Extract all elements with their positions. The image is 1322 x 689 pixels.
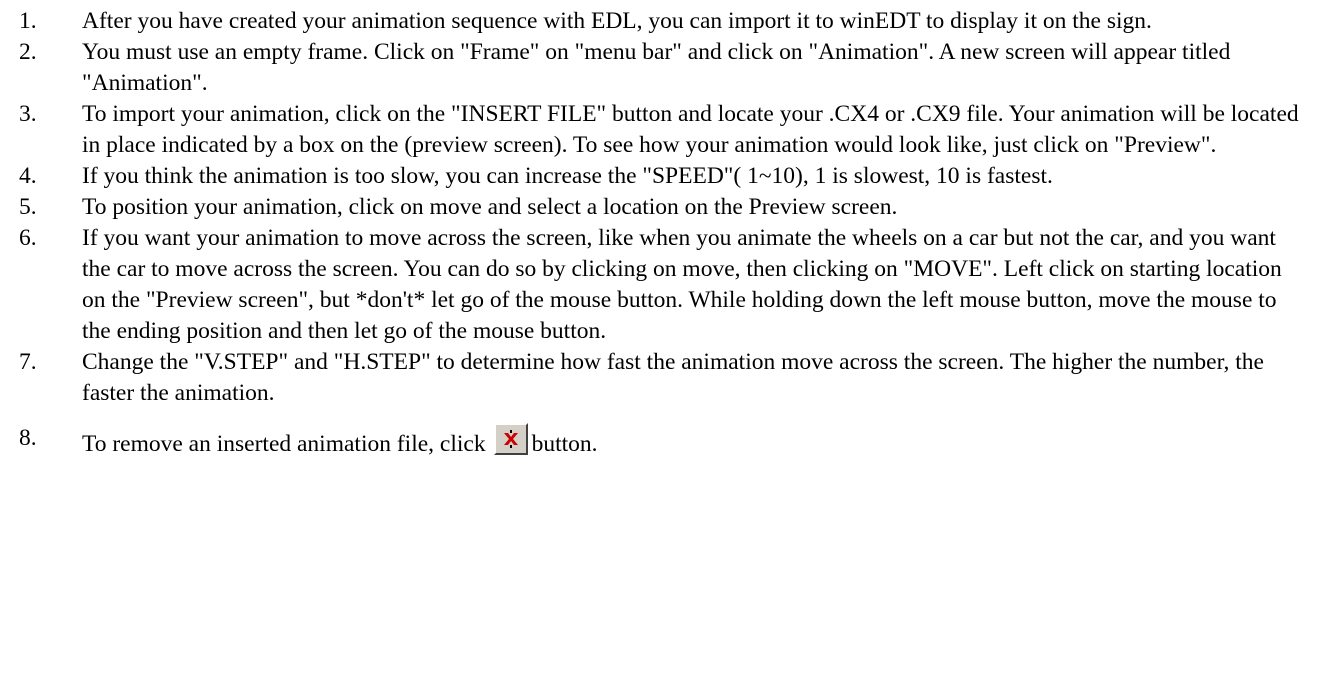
- step-number: 8.: [19, 425, 37, 451]
- step-number: 7.: [19, 349, 37, 375]
- step-number: 2.: [19, 39, 37, 65]
- document-page: 1. After you have created your animation …: [0, 0, 1322, 689]
- step-text: After you have created your animation se…: [82, 8, 1152, 34]
- list-item: 2. You must use an empty frame. Click on …: [0, 37, 1322, 99]
- step-text: To import your animation, click on the "…: [82, 101, 1299, 158]
- step-text: If you want your animation to move acros…: [82, 225, 1282, 344]
- step-text: You must use an empty frame. Click on "F…: [82, 39, 1231, 96]
- step-text-before: To remove an inserted animation file, cl…: [82, 431, 486, 457]
- list-item: 4. If you think the animation is too slow…: [0, 161, 1322, 192]
- step-number: 3.: [19, 101, 37, 127]
- list-item: 6. If you want your animation to move acr…: [0, 223, 1322, 347]
- step-text-after: button.: [531, 431, 598, 457]
- step-text: If you think the animation is too slow, …: [82, 163, 1053, 189]
- list-item: 3. To import your animation, click on the…: [0, 99, 1322, 161]
- remove-x-icon: [503, 430, 518, 448]
- step-number: 6.: [19, 225, 37, 251]
- step-number: 5.: [19, 194, 37, 220]
- instruction-list: 1. After you have created your animation …: [0, 6, 1322, 460]
- list-item: 5. To position your animation, click on m…: [0, 192, 1322, 223]
- step-number: 1.: [19, 8, 37, 34]
- step-text: Change the "V.STEP" and "H.STEP" to dete…: [82, 349, 1264, 406]
- step-text: To position your animation, click on mov…: [82, 194, 898, 220]
- list-item: 8. To remove an inserted animation file, …: [0, 423, 1322, 460]
- remove-animation-button[interactable]: [493, 423, 528, 455]
- step-number: 4.: [19, 163, 37, 189]
- list-item: 7. Change the "V.STEP" and "H.STEP" to de…: [0, 347, 1322, 409]
- list-item: 1. After you have created your animation …: [0, 6, 1322, 37]
